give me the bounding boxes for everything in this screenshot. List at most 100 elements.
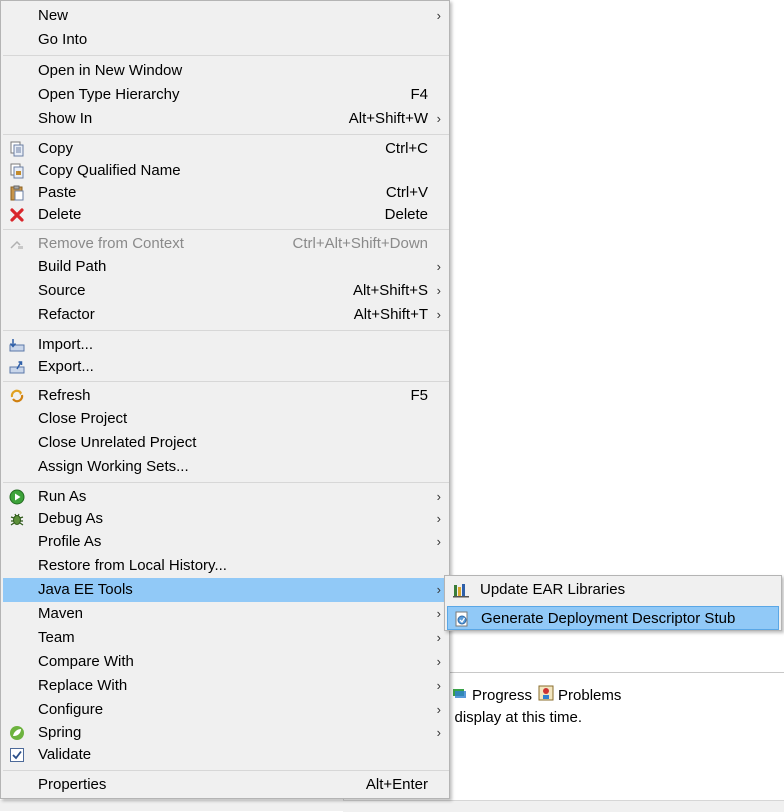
menu-item-label: Copy — [38, 140, 74, 157]
tab-progress-label: Progress — [472, 686, 533, 704]
menu-item-shortcut: Alt+Shift+T — [353, 306, 428, 323]
menu-item-java-ee-tools[interactable]: Java EE Tools › — [3, 578, 449, 602]
menu-separator — [3, 770, 449, 771]
menu-item-label: Refresh — [38, 387, 91, 404]
menu-item-refresh[interactable]: Refresh F5 — [3, 384, 449, 408]
menu-item-copy[interactable]: Copy Ctrl+C — [3, 137, 449, 161]
menu-item-label: Compare With — [38, 653, 134, 670]
menu-separator — [3, 381, 449, 382]
menu-separator — [3, 229, 449, 230]
menu-item-label: Close Unrelated Project — [38, 434, 197, 451]
menu-item-label: Paste — [38, 184, 77, 201]
menu-item-label: Delete — [38, 206, 82, 223]
menu-item-run-as[interactable]: Run As › — [3, 485, 449, 509]
menu-item-label: Replace With — [38, 677, 128, 694]
menu-item-shortcut: Delete — [384, 206, 428, 223]
chevron-right-icon: › — [436, 8, 441, 23]
delete-icon — [9, 207, 25, 223]
status-strip — [343, 800, 784, 812]
java-ee-tools-submenu: Update EAR Libraries Generate Deployment… — [444, 575, 782, 631]
menu-item-open-type-hierarchy[interactable]: Open Type Hierarchy F4 — [3, 83, 449, 107]
menu-item-import[interactable]: Import... — [3, 333, 449, 357]
tab-problems[interactable]: Problems — [538, 685, 621, 705]
menu-item-debug-as[interactable]: Debug As › — [3, 507, 449, 531]
remove-context-icon — [9, 236, 25, 252]
menu-item-label: Debug As — [38, 510, 104, 527]
menu-item-shortcut: Ctrl+C — [385, 140, 428, 157]
menu-item-maven[interactable]: Maven › — [3, 602, 449, 626]
chevron-right-icon: › — [436, 630, 441, 645]
submenu-item-update-ear-libraries[interactable]: Update EAR Libraries — [447, 578, 779, 602]
menu-item-label: Spring — [38, 724, 82, 741]
chevron-right-icon: › — [436, 259, 441, 274]
chevron-right-icon: › — [436, 307, 441, 322]
import-icon — [9, 337, 25, 353]
spring-icon — [9, 725, 25, 741]
problems-icon — [538, 685, 554, 705]
menu-item-team[interactable]: Team › — [3, 626, 449, 650]
menu-item-profile-as[interactable]: Profile As › — [3, 530, 449, 554]
menu-item-properties[interactable]: Properties Alt+Enter — [3, 773, 449, 797]
menu-separator — [3, 482, 449, 483]
menu-item-show-in[interactable]: Show In Alt+Shift+W › — [3, 107, 449, 131]
menu-item-spring[interactable]: Spring › — [3, 721, 449, 745]
menu-separator — [3, 55, 449, 56]
menu-item-label: Copy Qualified Name — [38, 162, 181, 179]
menu-item-validate[interactable]: Validate — [3, 743, 449, 767]
menu-item-copy-qualified-name[interactable]: Copy Qualified Name — [3, 159, 449, 183]
menu-item-configure[interactable]: Configure › — [3, 698, 449, 722]
menu-item-remove-from-context: Remove from Context Ctrl+Alt+Shift+Down — [3, 232, 449, 256]
submenu-item-generate-deployment-descriptor-stub[interactable]: Generate Deployment Descriptor Stub — [447, 606, 779, 630]
menu-item-shortcut: Alt+Shift+W — [348, 110, 428, 127]
menu-item-shortcut: Alt+Shift+S — [352, 282, 428, 299]
menu-item-label: Import... — [38, 336, 94, 353]
menu-item-compare-with[interactable]: Compare With › — [3, 650, 449, 674]
menu-item-label: Team — [38, 629, 75, 646]
status-strip-left — [0, 800, 343, 811]
menu-item-close-project[interactable]: Close Project — [3, 407, 449, 431]
menu-item-export[interactable]: Export... — [3, 355, 449, 379]
validate-checkbox-icon — [9, 747, 25, 763]
menu-item-shortcut: Ctrl+Alt+Shift+Down — [292, 235, 428, 252]
context-menu: New › Go Into Open in New Window Open Ty… — [0, 0, 450, 799]
chevron-right-icon: › — [436, 678, 441, 693]
menu-item-assign-working-sets[interactable]: Assign Working Sets... — [3, 455, 449, 479]
empty-view-message: o display at this time. — [442, 709, 583, 726]
menu-item-label: Refactor — [38, 306, 95, 323]
menu-item-restore-from-local-history[interactable]: Restore from Local History... — [3, 554, 449, 578]
menu-item-build-path[interactable]: Build Path › — [3, 255, 449, 279]
debug-icon — [9, 511, 25, 527]
deployment-descriptor-icon — [454, 611, 470, 627]
tab-progress[interactable]: Progress — [452, 685, 532, 705]
menu-item-refactor[interactable]: Refactor Alt+Shift+T › — [3, 303, 449, 327]
menu-item-new[interactable]: New › — [3, 4, 449, 28]
chevron-right-icon: › — [436, 111, 441, 126]
submenu-item-label: Generate Deployment Descriptor Stub — [481, 610, 736, 627]
chevron-right-icon: › — [436, 702, 441, 717]
menu-item-shortcut: F5 — [410, 387, 428, 404]
menu-separator — [3, 330, 449, 331]
menu-item-label: Source — [38, 282, 86, 299]
menu-separator — [3, 134, 449, 135]
menu-item-label: Restore from Local History... — [38, 557, 227, 574]
menu-item-label: New — [38, 7, 69, 24]
menu-item-label: Assign Working Sets... — [38, 458, 189, 475]
menu-item-go-into[interactable]: Go Into — [3, 28, 449, 52]
menu-item-replace-with[interactable]: Replace With › — [3, 674, 449, 698]
menu-item-label: Open Type Hierarchy — [38, 86, 180, 103]
menu-item-label: Profile As — [38, 533, 102, 550]
chevron-right-icon: › — [436, 489, 441, 504]
menu-item-label: Configure — [38, 701, 104, 718]
menu-item-delete[interactable]: Delete Delete — [3, 203, 449, 227]
tab-problems-label: Problems — [558, 686, 622, 704]
chevron-right-icon: › — [436, 582, 441, 597]
menu-item-close-unrelated-project[interactable]: Close Unrelated Project — [3, 431, 449, 455]
menu-item-label: Java EE Tools — [38, 581, 133, 598]
chevron-right-icon: › — [436, 654, 441, 669]
menu-item-paste[interactable]: Paste Ctrl+V — [3, 181, 449, 205]
menu-item-source[interactable]: Source Alt+Shift+S › — [3, 279, 449, 303]
chevron-right-icon: › — [436, 283, 441, 298]
chevron-right-icon: › — [436, 534, 441, 549]
paste-icon — [9, 185, 25, 201]
menu-item-open-in-new-window[interactable]: Open in New Window — [3, 59, 449, 83]
